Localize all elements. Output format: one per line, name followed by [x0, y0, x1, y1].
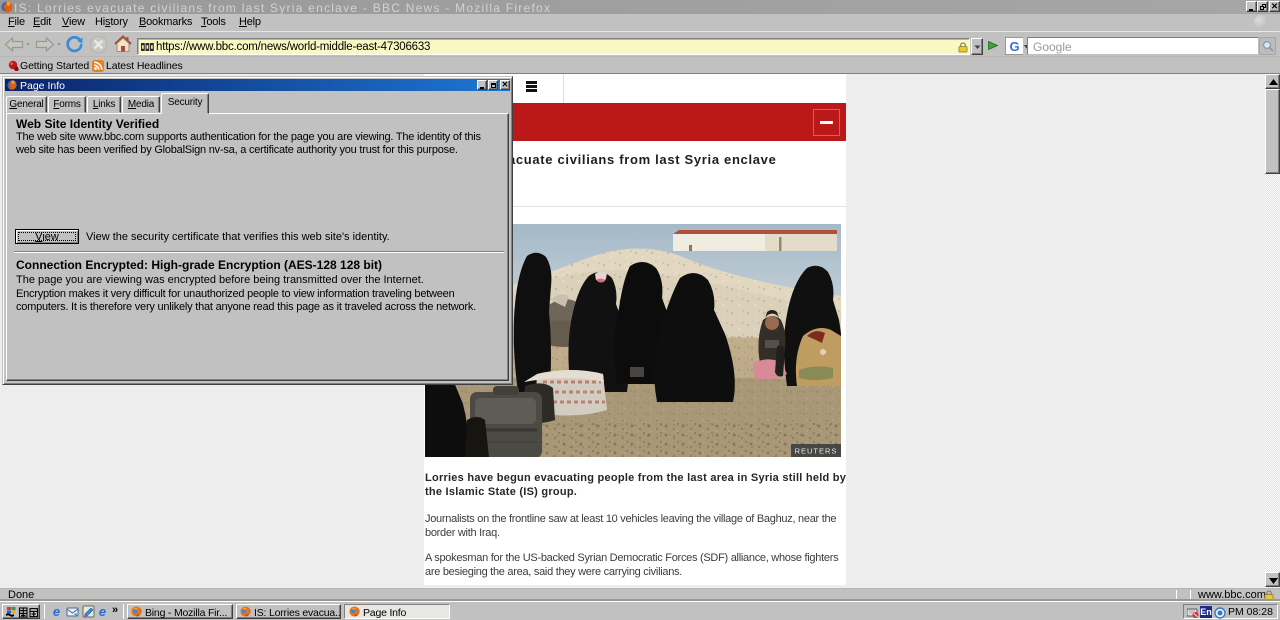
svg-text:G: G [1009, 40, 1019, 53]
svg-text:REUTERS: REUTERS [795, 447, 838, 456]
